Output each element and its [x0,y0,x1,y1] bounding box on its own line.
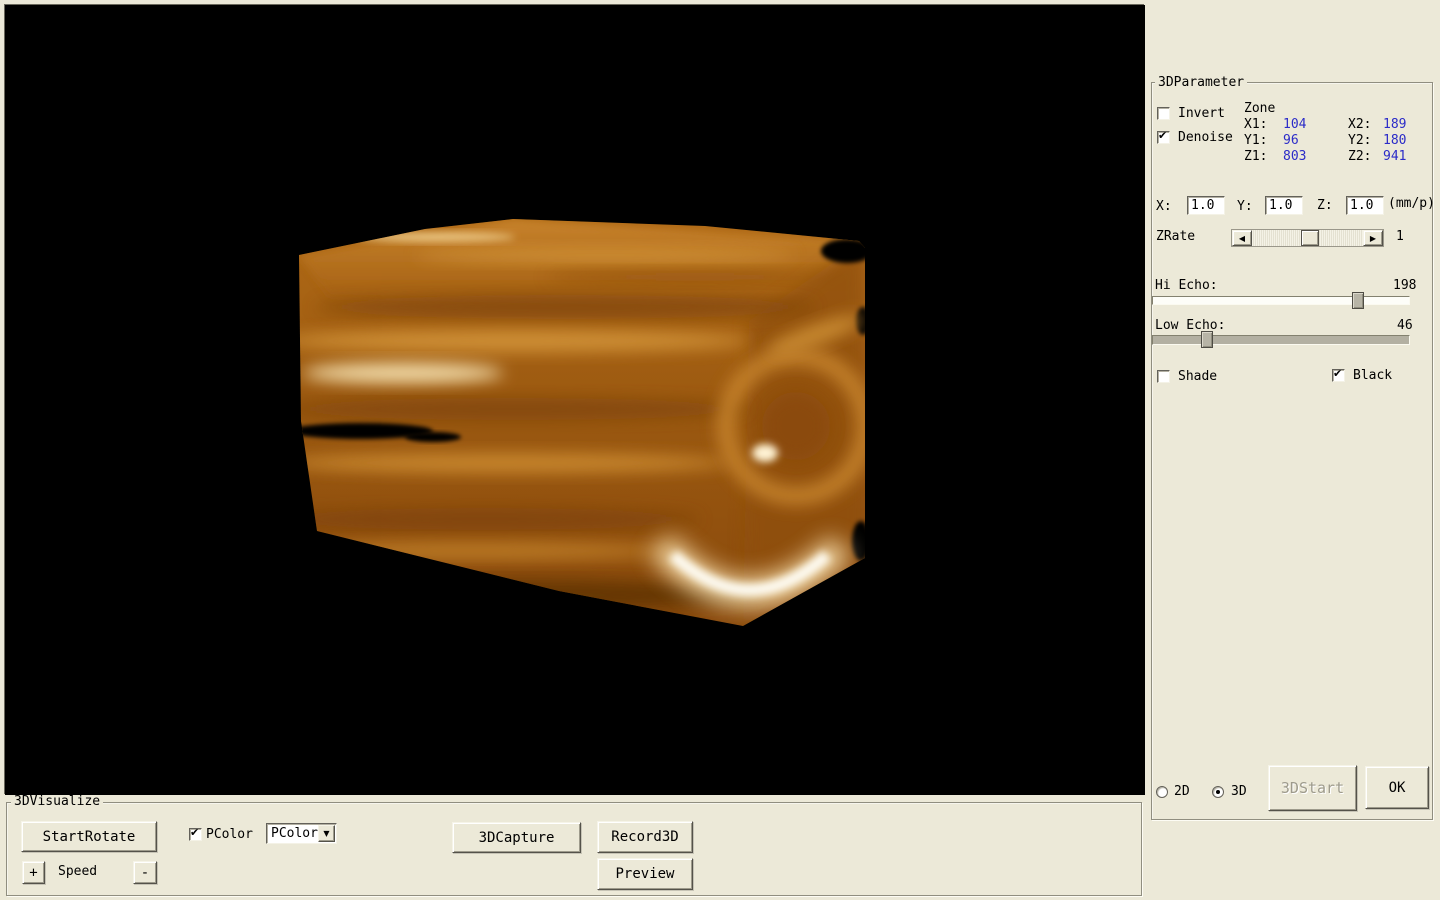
pcolor-dropdown-button[interactable]: ▼ [318,825,335,842]
zone-y2-value: 180 [1383,133,1406,148]
preview-button[interactable]: Preview [597,858,693,890]
scale-x-label: X: [1156,199,1172,214]
mode-3d-label: 3D [1231,784,1247,799]
render-viewport[interactable] [4,4,1144,794]
pcolor-checkbox[interactable]: ✔ [189,828,202,841]
hi-echo-slider-track[interactable] [1152,296,1410,305]
ok-button[interactable]: OK [1365,766,1429,809]
zone-x1-label: X1: [1244,117,1267,132]
chevron-down-icon: ▼ [323,829,329,838]
zone-y1-value: 96 [1283,133,1299,148]
pcolor-label: PColor [206,827,253,842]
mode-2d-radio[interactable] [1156,786,1168,798]
pcolor-select-value: PColor [271,826,318,841]
visualize-group-title: 3DVisualize [11,795,103,808]
scale-z-input[interactable] [1346,196,1384,215]
zone-z2-value: 941 [1383,149,1406,164]
parameter-groupbox [1151,82,1433,820]
zone-z1-value: 803 [1283,149,1306,164]
start3d-button[interactable]: 3DStart [1268,765,1357,811]
zone-y2-label: Y2: [1348,133,1371,148]
zone-z1-label: Z1: [1244,149,1267,164]
invert-label: Invert [1178,106,1225,121]
scale-y-input[interactable] [1265,196,1303,215]
zrate-scrollbar[interactable]: ◀ ▶ [1231,229,1384,247]
scale-y-label: Y: [1237,199,1253,214]
zrate-thumb[interactable] [1301,230,1319,246]
arrow-right-icon: ▶ [1370,234,1376,243]
shade-checkbox[interactable]: ✔ [1157,370,1170,383]
zone-x1-value: 104 [1283,117,1306,132]
record3d-button[interactable]: Record3D [597,821,693,853]
zrate-left-arrow[interactable]: ◀ [1232,230,1252,246]
hi-echo-label: Hi Echo: [1155,278,1218,293]
zone-title: Zone [1244,101,1275,116]
check-icon: ✔ [190,826,199,839]
speed-plus-button[interactable]: + [22,861,45,884]
check-icon: ✔ [1158,129,1167,142]
invert-checkbox[interactable]: ✔ [1157,107,1170,120]
low-echo-slider-track[interactable] [1152,335,1410,345]
denoise-label: Denoise [1178,130,1233,145]
speed-label: Speed [58,864,97,879]
shade-label: Shade [1178,369,1217,384]
scale-unit-label: (mm/p) [1388,196,1435,211]
low-echo-slider-thumb[interactable] [1201,331,1213,348]
hi-echo-slider-thumb[interactable] [1352,292,1364,309]
low-echo-value: 46 [1397,318,1413,333]
low-echo-label: Low Echo: [1155,318,1225,333]
parameter-group-title: 3DParameter [1155,76,1247,89]
capture3d-button[interactable]: 3DCapture [452,822,581,853]
zone-x2-value: 189 [1383,117,1406,132]
volume-render [5,5,1145,795]
speed-minus-button[interactable]: - [133,861,157,884]
scale-z-label: Z: [1317,198,1333,213]
zrate-value: 1 [1396,229,1404,244]
zone-z2-label: Z2: [1348,149,1371,164]
zrate-right-arrow[interactable]: ▶ [1363,230,1383,246]
mode-2d-label: 2D [1174,784,1190,799]
arrow-left-icon: ◀ [1239,234,1245,243]
zone-y1-label: Y1: [1244,133,1267,148]
start-rotate-button[interactable]: StartRotate [21,821,157,852]
check-icon: ✔ [1333,367,1342,380]
black-checkbox[interactable]: ✔ [1332,369,1345,382]
zrate-label: ZRate [1156,229,1195,244]
zone-x2-label: X2: [1348,117,1371,132]
hi-echo-value: 198 [1393,278,1416,293]
app-window: { "icons": { "arrow_left": "◀", "arrow_r… [0,0,1440,900]
black-label: Black [1353,368,1392,383]
scale-x-input[interactable] [1187,196,1225,215]
denoise-checkbox[interactable]: ✔ [1157,131,1170,144]
mode-3d-radio[interactable] [1212,786,1224,798]
pcolor-select[interactable]: PColor ▼ [266,823,337,844]
